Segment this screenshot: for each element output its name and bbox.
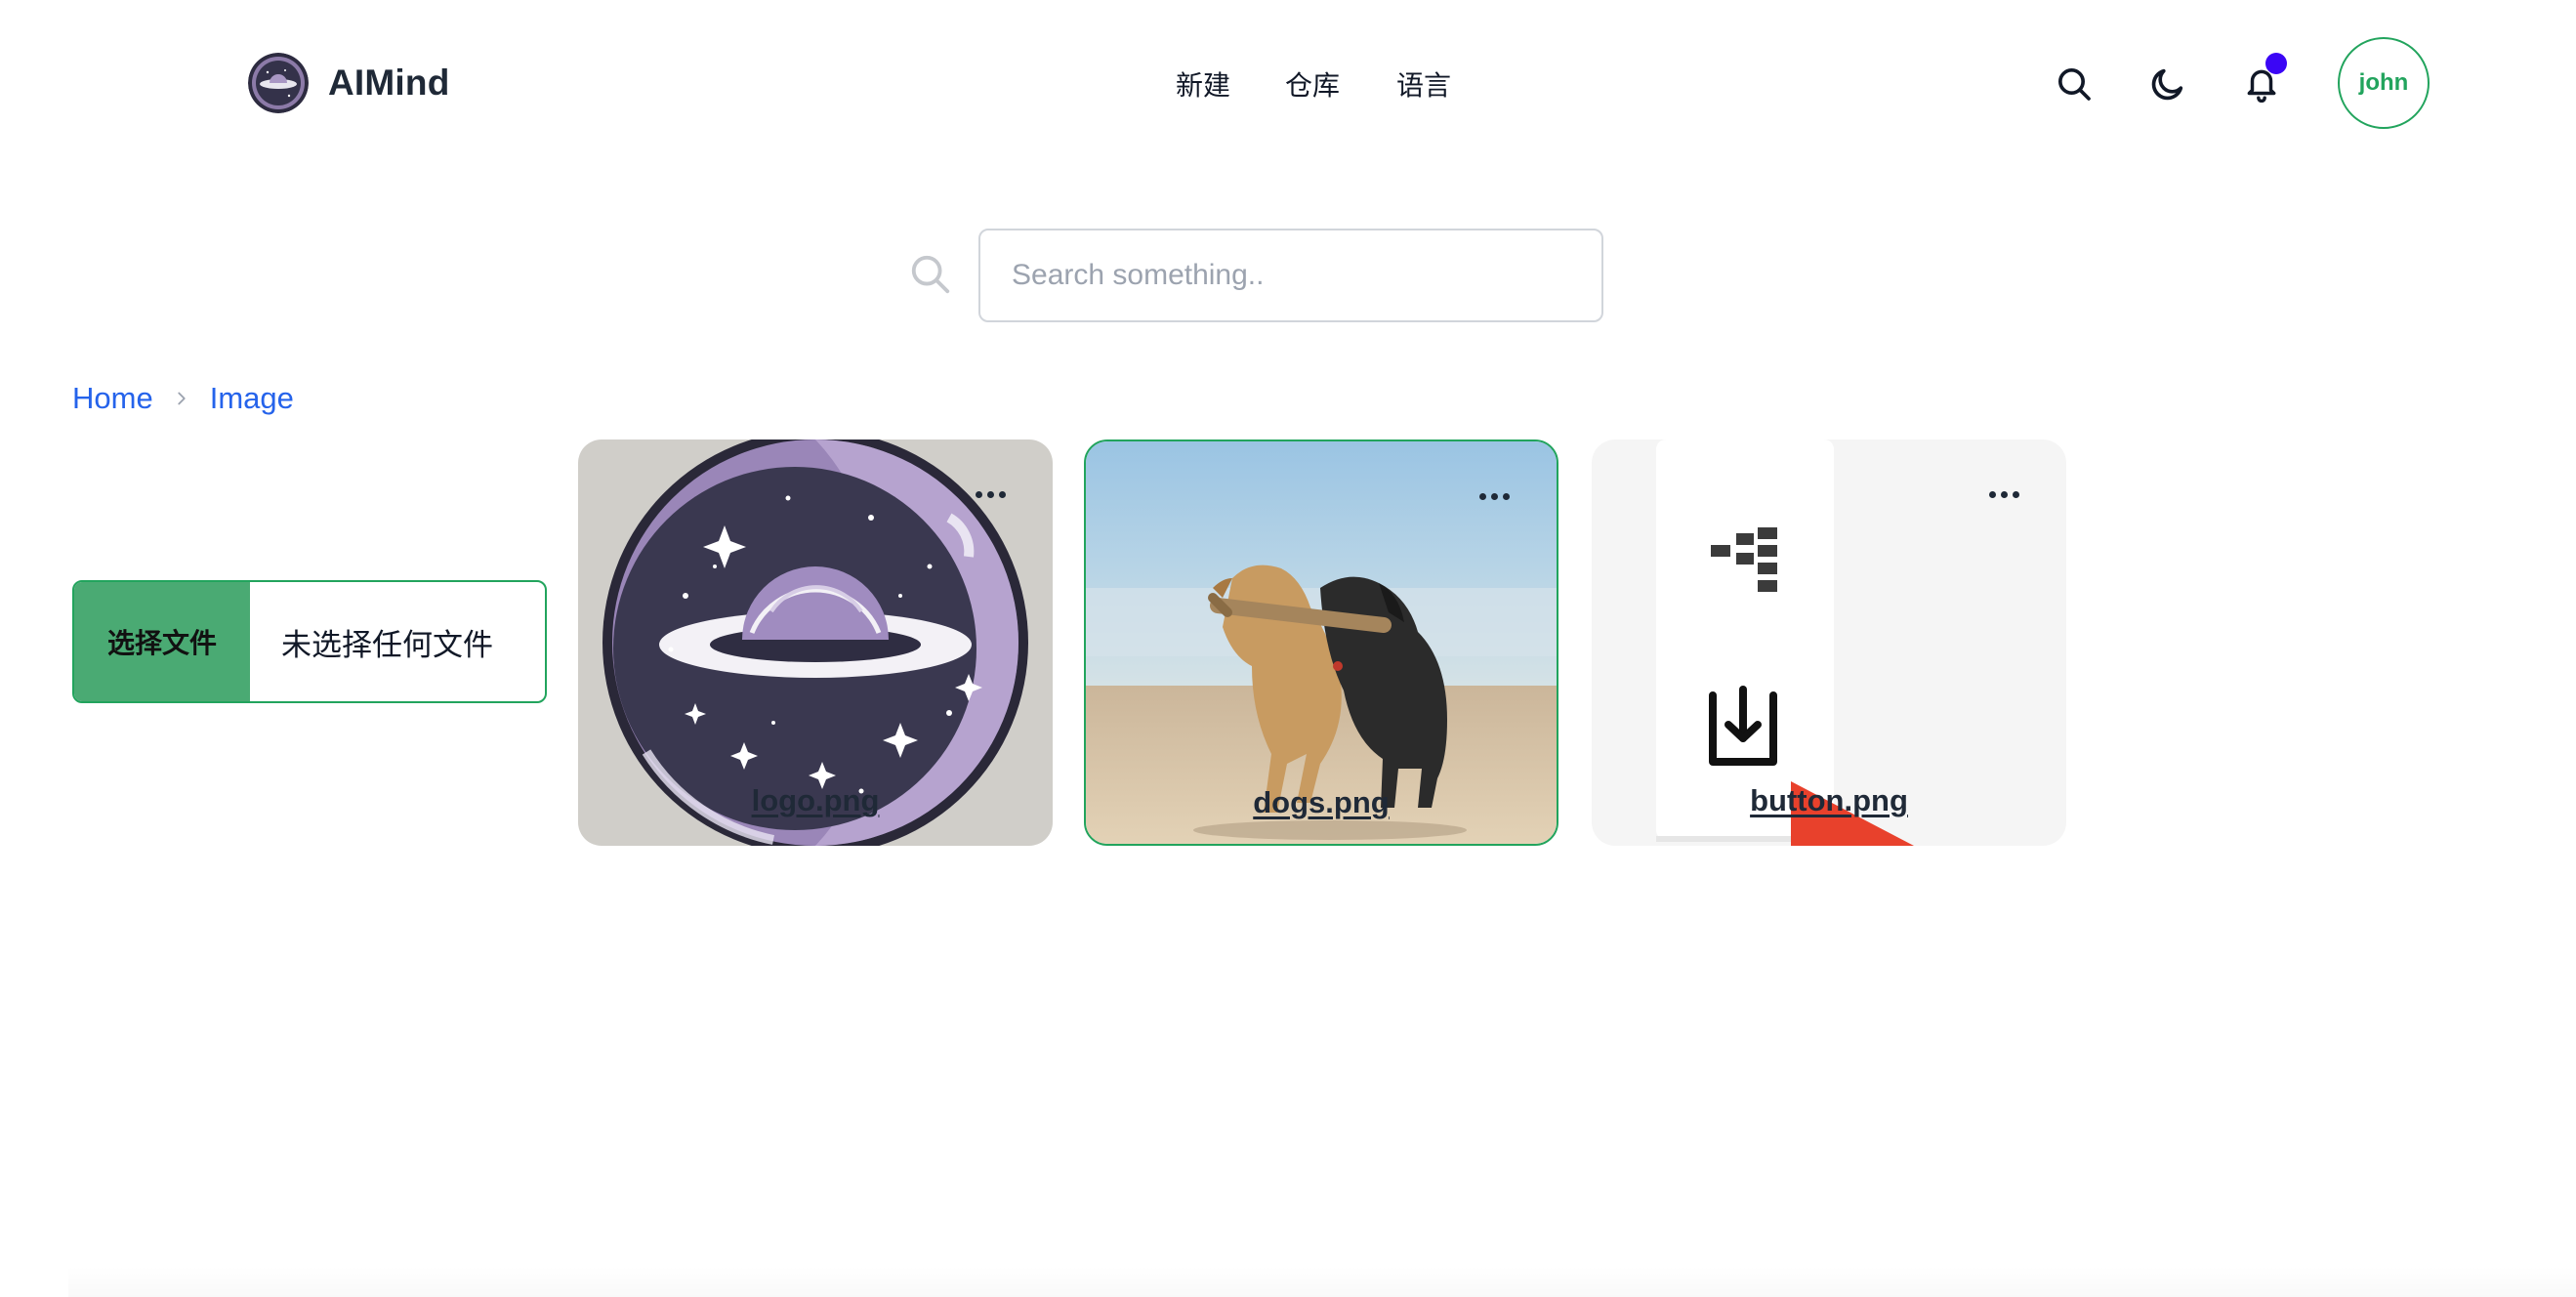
- moon-icon: [2151, 68, 2183, 101]
- breadcrumb-image[interactable]: Image: [210, 381, 294, 416]
- top-navbar: AIMind 新建 仓库 语言 john: [0, 0, 2576, 168]
- main-nav: 新建 仓库 语言: [1176, 64, 1451, 104]
- nav-item-repository[interactable]: 仓库: [1285, 64, 1340, 104]
- header-search-button[interactable]: [2047, 57, 2101, 111]
- choose-file-button[interactable]: 选择文件: [74, 582, 250, 701]
- header-actions: john: [2047, 37, 2437, 131]
- image-card[interactable]: dogs.png: [1084, 439, 1558, 846]
- card-menu-button[interactable]: [1475, 488, 1514, 504]
- card-filename[interactable]: button.png: [1592, 783, 2066, 818]
- file-upload-input[interactable]: 选择文件 未选择任何文件: [72, 580, 547, 703]
- brand-logo: [248, 53, 309, 113]
- chevron-right-icon: [178, 392, 186, 405]
- search-icon: [911, 255, 950, 294]
- card-filename[interactable]: logo.png: [578, 783, 1053, 818]
- card-menu-button[interactable]: [971, 486, 1010, 502]
- nav-item-language[interactable]: 语言: [1396, 64, 1451, 104]
- brand-name: AIMind: [328, 63, 450, 103]
- card-filename[interactable]: dogs.png: [1086, 785, 1557, 820]
- brand[interactable]: AIMind: [248, 53, 450, 113]
- breadcrumb: Home Image: [72, 381, 294, 416]
- theme-toggle-button[interactable]: [2140, 57, 2195, 111]
- card-menu-button[interactable]: [1984, 486, 2023, 502]
- notification-dot: [2265, 53, 2287, 74]
- user-avatar[interactable]: john: [2338, 37, 2430, 129]
- footer-divider: [68, 1266, 2576, 1297]
- nav-item-new[interactable]: 新建: [1176, 64, 1230, 104]
- search-input[interactable]: [978, 229, 1603, 322]
- page: AIMind 新建 仓库 语言 john Search something.. …: [0, 0, 2576, 1297]
- image-card[interactable]: button.png: [1592, 439, 2066, 846]
- image-card[interactable]: logo.png: [578, 439, 1053, 846]
- file-status-text: 未选择任何文件: [281, 627, 493, 663]
- breadcrumb-home[interactable]: Home: [72, 381, 153, 416]
- search-icon: [2058, 68, 2091, 101]
